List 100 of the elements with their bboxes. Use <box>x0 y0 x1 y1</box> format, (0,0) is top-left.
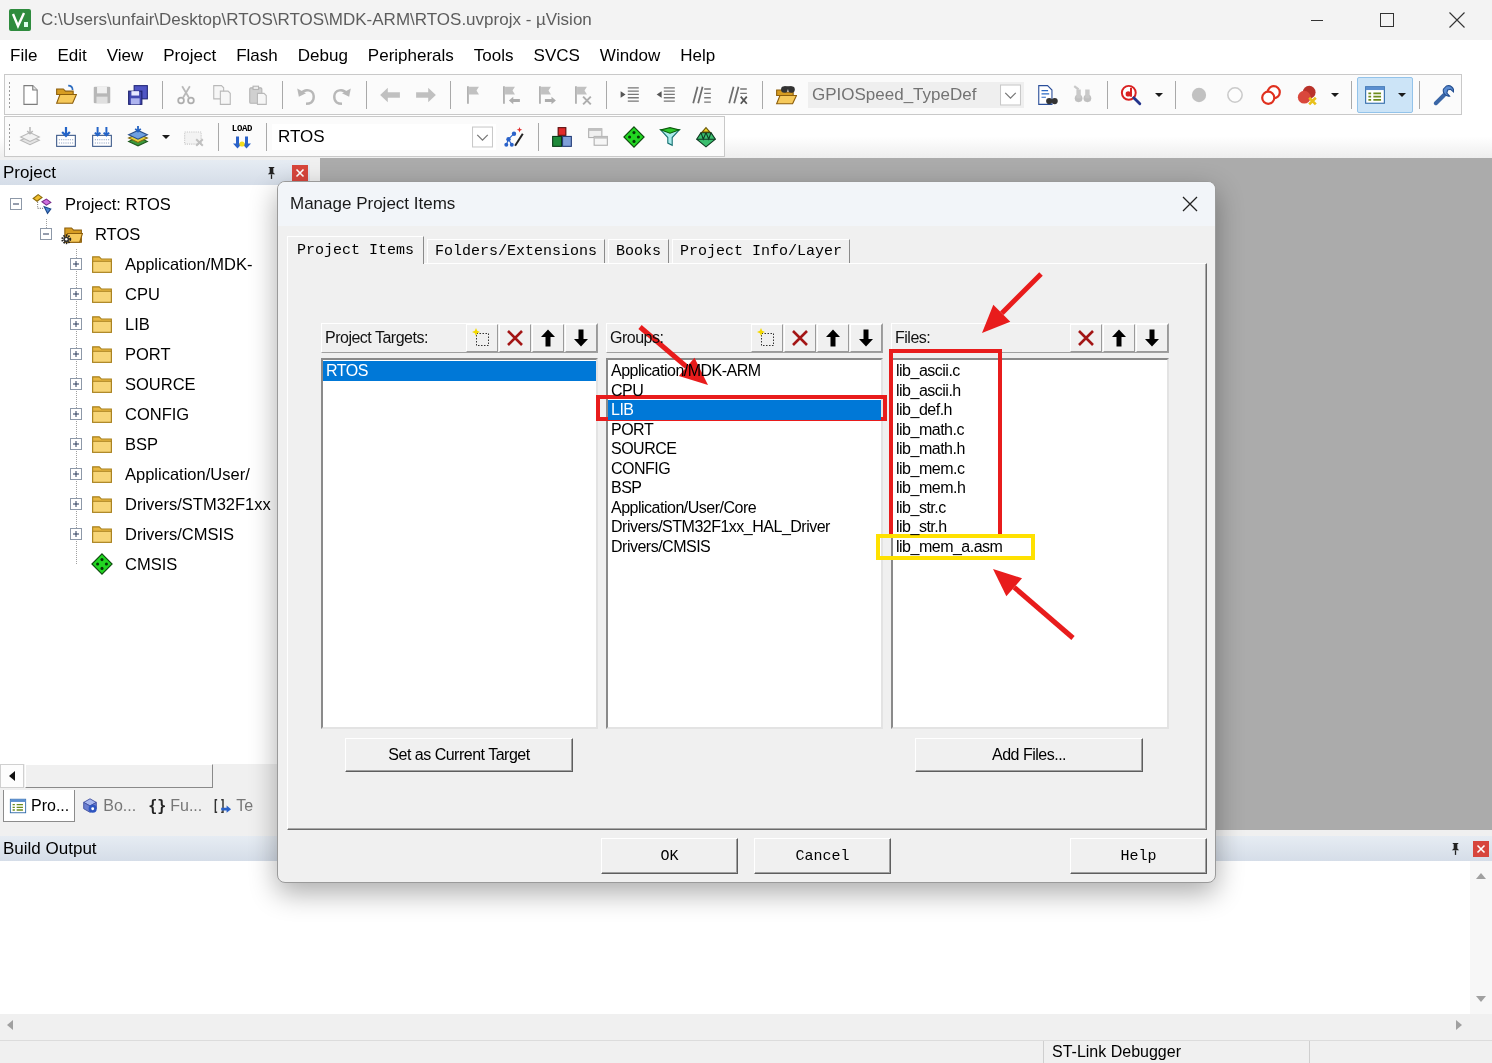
menu-item[interactable]: Peripherals <box>357 44 464 68</box>
pin-icon[interactable] <box>1450 842 1461 855</box>
list-item[interactable]: SOURCE <box>608 439 678 459</box>
close-icon[interactable] <box>1449 12 1465 28</box>
wrench-icon[interactable] <box>1432 83 1454 106</box>
list-item[interactable]: Drivers/STM32F1xx_HAL_Driver <box>608 517 831 537</box>
move-down-button[interactable] <box>565 324 597 352</box>
toolbar-grip[interactable] <box>8 80 11 109</box>
tree-item[interactable]: RTOS <box>95 224 141 244</box>
tree-item[interactable]: Drivers/CMSIS <box>125 524 235 544</box>
menu-item[interactable]: Help <box>670 44 726 68</box>
expand-toggle-icon[interactable] <box>70 498 82 510</box>
tree-item[interactable]: SOURCE <box>125 374 196 394</box>
circles-cross-icon[interactable] <box>1296 83 1318 106</box>
set-target-button[interactable]: Set as Current Target <box>345 738 573 772</box>
move-up-button[interactable] <box>532 324 564 352</box>
list-box[interactable]: lib_ascii.c lib_ascii.h lib_def.h lib_math.c lib_math.h lib_mem.c lib_mem.h lib_str.c lib_str.h lib_mem_a.asm <box>891 358 1169 729</box>
delete-button[interactable] <box>1070 324 1102 352</box>
toolbar-grip[interactable] <box>8 122 11 151</box>
tab[interactable]: Project Items <box>287 236 425 264</box>
tree-item[interactable]: CMSIS <box>125 554 178 574</box>
maximize-icon[interactable] <box>1380 13 1394 27</box>
stacked-floppies-icon[interactable] <box>127 83 149 106</box>
caret-icon[interactable] <box>1398 92 1406 97</box>
menu-item[interactable]: File <box>0 44 48 68</box>
expand-toggle-icon[interactable] <box>70 318 82 330</box>
expand-toggle-icon[interactable] <box>40 228 52 240</box>
tree-item[interactable]: Project: RTOS <box>65 194 171 214</box>
list-item[interactable]: RTOS <box>323 361 596 381</box>
magnifier-icon[interactable] <box>1120 83 1142 106</box>
close-icon[interactable] <box>1182 196 1198 212</box>
list-item[interactable]: lib_ascii.c <box>893 361 961 381</box>
panel-tab[interactable]: Bo... <box>75 790 143 822</box>
stacked-layers-icon[interactable] <box>127 125 149 148</box>
load-button[interactable]: LOAD <box>224 118 260 155</box>
list-item[interactable]: lib_mem_a.asm <box>893 536 1004 556</box>
menu-item[interactable]: SVCS <box>523 44 590 68</box>
list-item[interactable]: LIB <box>608 400 881 420</box>
add-files-button[interactable]: Add Files... <box>915 738 1143 772</box>
list-item[interactable]: lib_def.h <box>893 400 953 420</box>
list-box[interactable]: RTOS <box>321 358 598 729</box>
menu-item[interactable]: Debug <box>287 44 358 68</box>
list-item[interactable]: BSP <box>608 478 643 498</box>
toggle-button[interactable] <box>1357 76 1413 113</box>
box-double-arrow-icon[interactable] <box>91 125 113 148</box>
box-down-arrow-icon[interactable] <box>55 125 77 148</box>
tree-item[interactable]: LIB <box>125 314 150 334</box>
move-down-button[interactable] <box>850 324 882 352</box>
scroll-left-icon[interactable] <box>9 771 15 781</box>
combo-box[interactable]: GPIOSpeed_TypeDef <box>808 81 1024 108</box>
list-item[interactable]: lib_ascii.h <box>893 380 962 400</box>
list-item[interactable]: lib_mem.h <box>893 478 967 498</box>
page-binoculars-icon[interactable] <box>1036 83 1058 106</box>
expand-toggle-icon[interactable] <box>70 468 82 480</box>
list-item[interactable]: lib_mem.c <box>893 458 966 478</box>
list-item[interactable]: Application/User/Core <box>608 497 758 517</box>
menu-item[interactable]: Project <box>153 44 227 68</box>
caret-icon[interactable] <box>1155 92 1163 97</box>
list-item[interactable]: lib_math.h <box>893 439 966 459</box>
minimize-icon[interactable] <box>1311 19 1323 21</box>
tab[interactable]: Books <box>608 239 670 263</box>
list-item[interactable]: CPU <box>608 380 645 400</box>
move-up-button[interactable] <box>817 324 849 352</box>
help-button[interactable]: Help <box>1070 838 1207 874</box>
combo-box[interactable]: RTOS <box>272 123 496 150</box>
window-list-icon[interactable] <box>1364 83 1386 106</box>
list-item[interactable]: PORT <box>608 419 655 439</box>
tab[interactable]: Project Info/Layer <box>672 239 851 263</box>
tab[interactable]: Folders/Extensions <box>427 239 606 263</box>
ok-button[interactable]: OK <box>601 838 738 874</box>
list-item[interactable]: lib_str.c <box>893 497 947 517</box>
expand-toggle-icon[interactable] <box>70 438 82 450</box>
delete-button[interactable] <box>499 324 531 352</box>
tree-item[interactable]: CPU <box>125 284 160 304</box>
tree-item[interactable]: Application/User/ <box>125 464 250 484</box>
gems-icon[interactable] <box>695 125 717 148</box>
pin-icon[interactable] <box>266 166 277 179</box>
delete-button[interactable] <box>784 324 816 352</box>
menu-item[interactable]: Tools <box>463 44 524 68</box>
expand-toggle-icon[interactable] <box>70 258 82 270</box>
scrollbar-thumb[interactable] <box>25 764 213 788</box>
magic-wand-icon[interactable] <box>503 125 525 148</box>
stacked-blocks-icon[interactable] <box>551 125 573 148</box>
expand-toggle-icon[interactable] <box>70 408 82 420</box>
funnel-icon[interactable] <box>659 125 681 148</box>
tree-item[interactable]: PORT <box>125 344 171 364</box>
move-down-button[interactable] <box>1136 324 1168 352</box>
linked-rings-icon[interactable] <box>1260 83 1282 106</box>
cancel-button[interactable]: Cancel <box>754 838 891 874</box>
menu-item[interactable]: Flash <box>226 44 288 68</box>
list-item[interactable]: Drivers/CMSIS <box>608 536 712 556</box>
menu-item[interactable]: Window <box>589 44 671 68</box>
expand-toggle-icon[interactable] <box>70 378 82 390</box>
list-item[interactable]: CONFIG <box>608 458 672 478</box>
dropdown-icon[interactable] <box>472 125 493 148</box>
caret-icon[interactable] <box>1331 92 1339 97</box>
caret-icon[interactable] <box>162 134 170 139</box>
diamond-icon[interactable] <box>623 125 645 148</box>
dropdown-icon[interactable] <box>1000 83 1021 106</box>
list-item[interactable]: lib_str.h <box>893 517 948 537</box>
